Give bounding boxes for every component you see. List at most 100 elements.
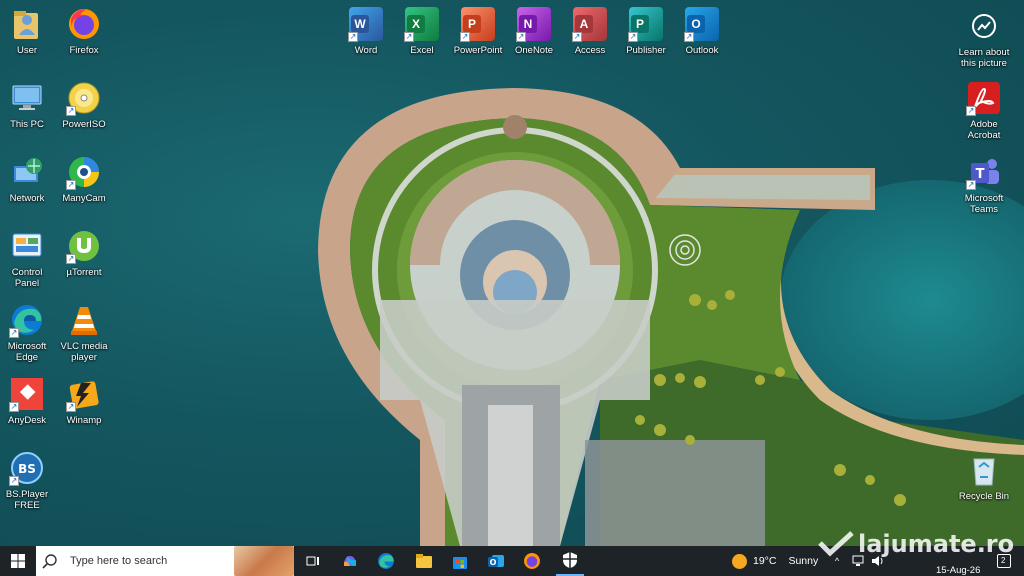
teams-icon: T ↗ xyxy=(966,154,1002,190)
office-letter: X xyxy=(407,15,425,33)
watermark: lajumate.ro xyxy=(818,530,1014,558)
desktop-icon-microsoft-teams[interactable]: T ↗ Microsoft Teams xyxy=(952,154,1016,215)
desktop-icon-label: µTorrent xyxy=(66,267,102,278)
vlc-icon xyxy=(66,302,102,338)
shortcut-arrow-icon: ↗ xyxy=(9,328,19,338)
desktop-icon-winamp[interactable]: ↗ Winamp xyxy=(53,376,115,426)
sun-icon xyxy=(732,553,747,569)
desktop-icon-label: Excel xyxy=(410,45,434,56)
desktop-icon-vlc[interactable]: VLC media player xyxy=(53,302,115,363)
office-letter: P xyxy=(631,15,649,33)
shortcut-arrow-icon: ↗ xyxy=(572,32,582,42)
taskbar: Type here to search O 19°C Sunny ^ 15-Au… xyxy=(0,530,1024,576)
shortcut-arrow-icon: ↗ xyxy=(9,476,19,486)
task-view-button[interactable] xyxy=(300,546,326,576)
desktop-icon-excel[interactable]: X ↗ Excel xyxy=(391,6,453,56)
desktop-icon-access[interactable]: A ↗ Access xyxy=(559,6,621,56)
desktop-icon-network[interactable]: Network xyxy=(0,154,58,204)
desktop-icon-poweriso[interactable]: ↗ PowerISO xyxy=(53,80,115,130)
taskbar-file-explorer[interactable] xyxy=(410,546,438,576)
desktop-icon-firefox[interactable]: Firefox xyxy=(53,6,115,56)
taskbar-security[interactable] xyxy=(556,546,584,576)
desktop-icon-label: BS.Player FREE xyxy=(5,489,49,511)
watermark-text: lajumate.ro xyxy=(858,530,1015,558)
firefox-icon xyxy=(66,6,102,42)
taskbar-edge[interactable] xyxy=(372,546,400,576)
weather-widget[interactable]: 19°C Sunny xyxy=(732,546,818,576)
edge-icon: ↗ xyxy=(9,302,45,338)
desktop-icon-recycle-bin[interactable]: Recycle Bin xyxy=(952,452,1016,502)
shortcut-arrow-icon: ↗ xyxy=(966,180,976,190)
desktop-icon-outlook[interactable]: O ↗ Outlook xyxy=(671,6,733,56)
desktop-icon-anydesk[interactable]: ↗ AnyDesk xyxy=(0,376,58,426)
desktop-icon-label: Adobe Acrobat xyxy=(967,119,1001,141)
desktop-icon-label: User xyxy=(16,45,38,56)
desktop-icon-label: Control Panel xyxy=(11,267,43,289)
shortcut-arrow-icon: ↗ xyxy=(684,32,694,42)
office-letter: P xyxy=(463,15,481,33)
svg-text:T: T xyxy=(976,167,985,182)
recycle-bin-icon xyxy=(966,452,1002,488)
office-letter: O xyxy=(687,15,705,33)
date-text: 15-Aug-26 xyxy=(936,565,981,576)
desktop-icon-onenote[interactable]: N ↗ OneNote xyxy=(503,6,565,56)
outlook-icon: O ↗ xyxy=(684,6,720,42)
clock-date[interactable]: 15-Aug-26 xyxy=(936,560,981,576)
desktop-icon-this-pc[interactable]: This PC xyxy=(0,80,58,130)
copilot-icon xyxy=(344,556,356,566)
office-letter: N xyxy=(519,15,537,33)
search-highlight-image xyxy=(234,546,294,576)
desktop-icon-publisher[interactable]: P ↗ Publisher xyxy=(615,6,677,56)
shortcut-arrow-icon: ↗ xyxy=(404,32,414,42)
word-icon: W ↗ xyxy=(348,6,384,42)
shortcut-arrow-icon: ↗ xyxy=(516,32,526,42)
desktop-icon-label: Microsoft Teams xyxy=(964,193,1004,215)
shortcut-arrow-icon: ↗ xyxy=(66,254,76,264)
desktop-icon-label: PowerPoint xyxy=(453,45,503,56)
desktop-icon-label: Word xyxy=(354,45,378,56)
desktop: User This PC Network Control Panel ↗ Mic… xyxy=(0,0,1024,546)
shortcut-arrow-icon: ↗ xyxy=(66,106,76,116)
taskbar-store[interactable] xyxy=(446,546,474,576)
desktop-icon-word[interactable]: W ↗ Word xyxy=(335,6,397,56)
desktop-icon-label: Learn about this picture xyxy=(958,47,1010,69)
office-letter: W xyxy=(351,15,369,33)
desktop-icon-learn-about-picture[interactable]: Learn about this picture xyxy=(952,8,1016,69)
folder-icon xyxy=(416,554,432,568)
user-folder-icon xyxy=(9,6,45,42)
manycam-icon: ↗ xyxy=(66,154,102,190)
control-panel-icon xyxy=(9,228,45,264)
office-letter: A xyxy=(575,15,593,33)
access-icon: A ↗ xyxy=(572,6,608,42)
desktop-icon-label: Winamp xyxy=(66,415,102,426)
taskbar-firefox[interactable] xyxy=(518,546,546,576)
svg-text:BS: BS xyxy=(18,462,36,476)
search-placeholder: Type here to search xyxy=(70,555,168,567)
desktop-icon-adobe-acrobat[interactable]: ↗ Adobe Acrobat xyxy=(952,80,1016,141)
desktop-icon-label: Outlook xyxy=(685,45,719,56)
shortcut-arrow-icon: ↗ xyxy=(348,32,358,42)
anydesk-icon: ↗ xyxy=(9,376,45,412)
onenote-icon: N ↗ xyxy=(516,6,552,42)
desktop-icon-control-panel[interactable]: Control Panel xyxy=(0,228,58,289)
poweriso-icon: ↗ xyxy=(66,80,102,116)
shortcut-arrow-icon: ↗ xyxy=(66,180,76,190)
firefox-icon xyxy=(524,553,540,569)
winamp-icon: ↗ xyxy=(66,376,102,412)
start-button[interactable] xyxy=(0,546,36,576)
desktop-icon-edge[interactable]: ↗ Microsoft Edge xyxy=(0,302,58,363)
desktop-icon-powerpoint[interactable]: P ↗ PowerPoint xyxy=(447,6,509,56)
shortcut-arrow-icon: ↗ xyxy=(966,106,976,116)
taskbar-copilot[interactable] xyxy=(336,546,364,576)
desktop-icon-bsplayer[interactable]: BS ↗ BS.Player FREE xyxy=(0,450,58,511)
edge-icon xyxy=(378,553,394,569)
taskbar-outlook[interactable]: O xyxy=(482,546,510,576)
desktop-icon-manycam[interactable]: ↗ ManyCam xyxy=(53,154,115,204)
search-box[interactable]: Type here to search xyxy=(36,546,294,576)
desktop-icon-user[interactable]: User xyxy=(0,6,58,56)
desktop-icon-label: This PC xyxy=(10,119,44,130)
desktop-icon-label: Firefox xyxy=(69,45,99,56)
desktop-icon-label: Recycle Bin xyxy=(958,491,1010,502)
desktop-icon-utorrent[interactable]: ↗ µTorrent xyxy=(53,228,115,278)
desktop-icon-label: Microsoft Edge xyxy=(7,341,47,363)
